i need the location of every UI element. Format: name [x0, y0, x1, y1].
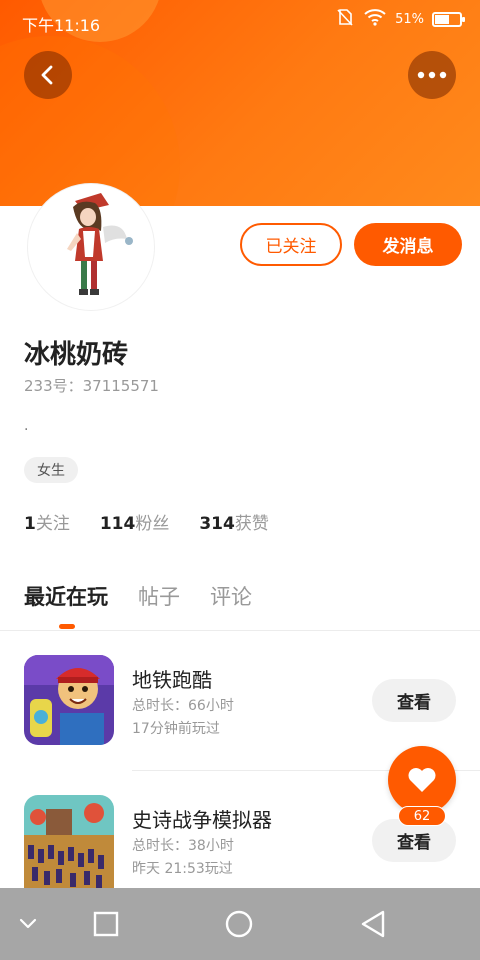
back-button[interactable] — [24, 51, 72, 99]
view-game-button[interactable]: 查看 — [372, 679, 456, 722]
more-dots-icon — [417, 71, 447, 79]
stat-label: 关注 — [35, 514, 70, 534]
chevron-left-icon — [41, 65, 53, 85]
user-id: 233号：37115571 — [24, 377, 159, 395]
game-last-played: 昨天 21:53玩过 — [132, 861, 233, 877]
profile-tabs: 最近在玩 帖子 评论 — [24, 581, 252, 611]
more-options-button[interactable] — [408, 51, 456, 99]
stat-number: 114 — [99, 514, 136, 534]
battery-percentage: 51% — [395, 11, 424, 27]
like-button[interactable] — [388, 746, 456, 814]
avatar[interactable] — [28, 184, 154, 310]
game-icon — [24, 655, 114, 745]
nav-home-button[interactable] — [223, 908, 255, 940]
home-icon — [225, 910, 253, 938]
stat-number: 1 — [24, 514, 36, 534]
stat-likes: 314获赞 — [199, 509, 269, 534]
no-sim-icon — [335, 7, 355, 31]
like-count-badge: 62 — [398, 806, 446, 826]
recent-apps-icon — [93, 911, 119, 937]
tab-posts[interactable]: 帖子 — [138, 581, 180, 611]
user-bio: . — [24, 418, 29, 434]
nav-hide-icon — [19, 918, 37, 929]
game-name: 地铁跑酷 — [132, 668, 212, 692]
stat-label: 粉丝 — [135, 514, 170, 534]
status-time: 下午11:16 — [22, 16, 101, 35]
back-icon — [361, 910, 385, 938]
stat-number: 314 — [199, 514, 235, 534]
game-last-played: 17分钟前玩过 — [132, 721, 220, 737]
profile-stats: 1关注 114粉丝 314获赞 — [24, 509, 269, 534]
stat-label: 获赞 — [234, 514, 269, 534]
system-nav-bar — [0, 888, 480, 960]
nav-back-button[interactable] — [357, 908, 389, 940]
send-message-button[interactable]: 发消息 — [354, 223, 462, 266]
nav-hide-button[interactable] — [12, 908, 44, 940]
avatar-image — [31, 187, 151, 307]
battery-icon — [432, 11, 465, 27]
tab-comments[interactable]: 评论 — [210, 581, 252, 611]
gender-tag: 女生 — [24, 457, 78, 483]
status-icons: 51% — [335, 7, 465, 31]
followed-button[interactable]: 已关注 — [240, 223, 342, 266]
active-tab-indicator — [59, 624, 75, 629]
game-play-duration: 总时长：66小时 — [132, 698, 234, 714]
game-play-duration: 总时长：38小时 — [132, 838, 234, 854]
status-bar: 下午11:16 51% — [0, 0, 480, 40]
wifi-icon — [363, 7, 387, 31]
nav-recent-apps-button[interactable] — [90, 908, 122, 940]
divider — [0, 630, 480, 631]
tab-recently-played[interactable]: 最近在玩 — [24, 581, 108, 611]
stat-followers[interactable]: 114粉丝 — [100, 509, 170, 534]
game-name: 史诗战争模拟器 — [132, 808, 272, 832]
game-icon — [24, 795, 114, 889]
username: 冰桃奶砖 — [24, 340, 129, 370]
stat-following[interactable]: 1关注 — [24, 509, 70, 534]
heart-icon — [408, 768, 436, 792]
